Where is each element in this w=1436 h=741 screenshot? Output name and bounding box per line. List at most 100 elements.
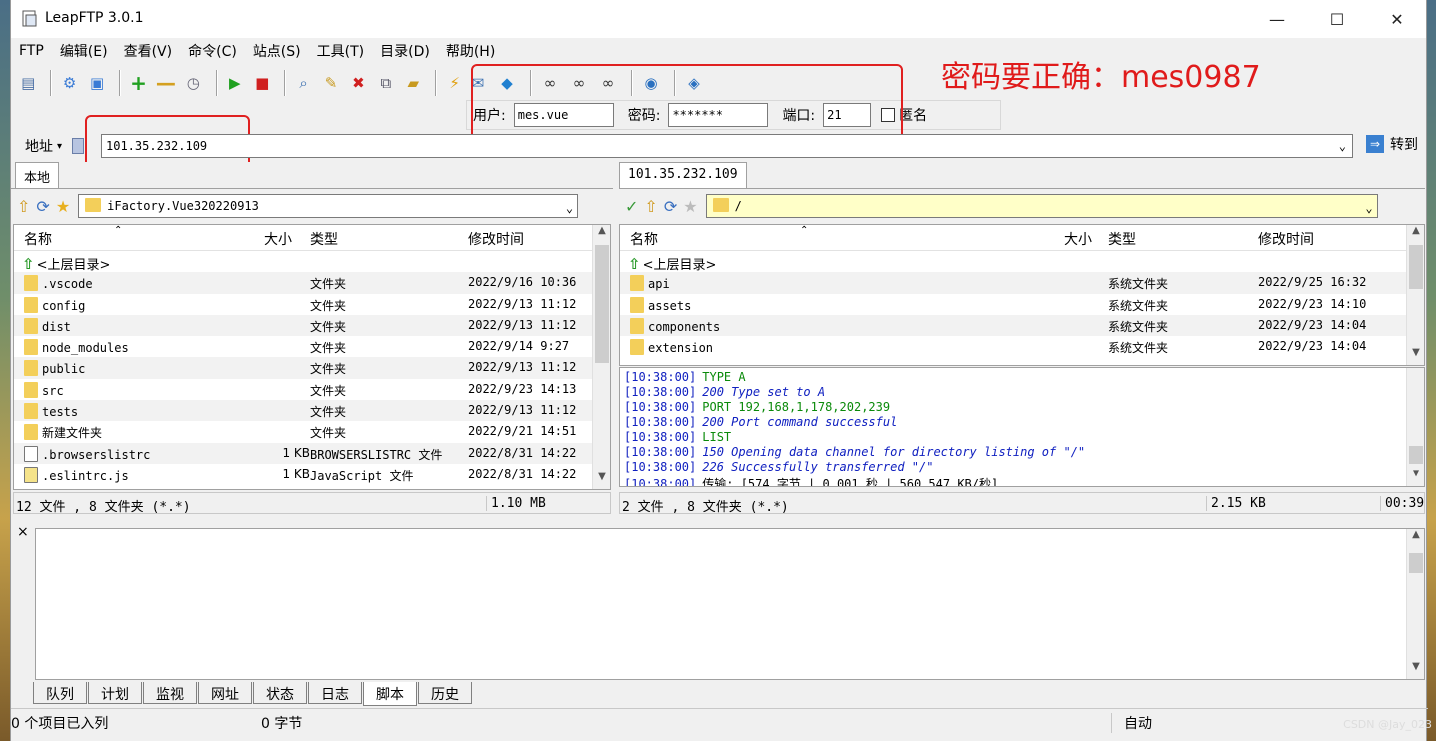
remove-icon[interactable]: — bbox=[155, 71, 177, 95]
chevron-down-icon[interactable]: ⌄ bbox=[566, 197, 573, 219]
address-dropdown-icon[interactable]: ▾ bbox=[57, 141, 62, 152]
favorites-star-icon[interactable]: ★ bbox=[683, 197, 697, 216]
port-input[interactable] bbox=[823, 103, 872, 127]
rename-icon[interactable]: ⧉ bbox=[375, 71, 397, 95]
address-input[interactable]: 101.35.232.109 ⌄ bbox=[101, 134, 1353, 158]
menu-directory[interactable]: 目录(D) bbox=[380, 41, 430, 61]
scroll-thumb[interactable] bbox=[1409, 245, 1423, 289]
stop-icon[interactable]: ■ bbox=[251, 71, 273, 95]
remote-path-input[interactable]: / ⌄ bbox=[705, 194, 1378, 219]
menu-command[interactable]: 命令(C) bbox=[188, 41, 237, 61]
diamond-icon[interactable]: ◆ bbox=[495, 71, 519, 95]
refresh-icon[interactable]: ⟳ bbox=[36, 197, 49, 216]
maximize-button[interactable]: ☐ bbox=[1308, 0, 1366, 38]
col-type[interactable]: 类型 bbox=[1108, 229, 1136, 249]
file-row[interactable]: src 文件夹 2022/9/23 14:13 bbox=[14, 379, 610, 400]
connect-status-icon[interactable]: ✓ bbox=[625, 197, 638, 216]
file-row[interactable]: extension 系统文件夹 2022/9/23 14:04 bbox=[620, 336, 1424, 357]
chevron-down-icon[interactable]: ⌄ bbox=[1365, 197, 1372, 219]
site-manager-icon[interactable]: ▤ bbox=[17, 71, 39, 95]
delete-icon[interactable]: ✖ bbox=[347, 71, 369, 95]
scroll-down-icon[interactable]: ▼ bbox=[593, 471, 610, 489]
menu-site[interactable]: 站点(S) bbox=[253, 41, 301, 61]
scroll-down-icon[interactable]: ▼ bbox=[1407, 347, 1424, 365]
binoculars-icon[interactable]: ∞ bbox=[538, 71, 562, 95]
menu-ftp[interactable]: FTP bbox=[19, 43, 44, 59]
play-icon[interactable]: ▶ bbox=[224, 71, 246, 95]
up-folder-icon[interactable]: ⇧ bbox=[644, 197, 657, 216]
anonymous-checkbox[interactable] bbox=[881, 108, 896, 122]
parent-dir-row[interactable]: ⇧ <上层目录> bbox=[14, 251, 610, 273]
file-row[interactable]: assets 系统文件夹 2022/9/23 14:10 bbox=[620, 294, 1424, 315]
scroll-down-icon[interactable]: ▼ bbox=[1407, 468, 1424, 486]
local-file-list[interactable]: 名称 ⌃ 大小 类型 修改时间 ⇧ <上层目录> .vscode 文件夹 2022/9… bbox=[13, 224, 611, 490]
file-row[interactable]: api 系统文件夹 2022/9/25 16:32 bbox=[620, 272, 1424, 294]
add-icon[interactable]: + bbox=[127, 71, 149, 95]
scroll-up-icon[interactable]: ▲ bbox=[1407, 225, 1424, 243]
file-row[interactable]: node_modules 文件夹 2022/9/14 9:27 bbox=[14, 336, 610, 357]
window-icon[interactable]: ▣ bbox=[86, 71, 108, 95]
scroll-thumb[interactable] bbox=[1409, 446, 1423, 464]
user-input[interactable] bbox=[513, 103, 614, 127]
refresh-clock-icon[interactable]: ◷ bbox=[182, 71, 204, 95]
tab-script[interactable]: 脚本 bbox=[363, 682, 417, 706]
queue-content[interactable]: ▲ ▼ bbox=[35, 528, 1425, 680]
file-row[interactable]: .browserslistrc 1 KB BROWSERSLISTRC 文件 2022… bbox=[14, 442, 610, 464]
file-row[interactable]: 新建文件夹 文件夹 2022/9/21 14:51 bbox=[14, 421, 610, 442]
tab-url[interactable]: 网址 bbox=[198, 682, 252, 704]
scroll-up-icon[interactable]: ▲ bbox=[593, 225, 610, 243]
close-queue-icon[interactable]: × bbox=[17, 524, 29, 540]
scroll-thumb[interactable] bbox=[595, 245, 609, 363]
binoculars-prev-icon[interactable]: ∞ bbox=[596, 71, 620, 95]
remote-tab[interactable]: 101.35.232.109 bbox=[619, 162, 747, 188]
open-folder-icon[interactable]: ▰ bbox=[402, 71, 424, 95]
queue-scrollbar[interactable]: ▲ ▼ bbox=[1406, 529, 1424, 679]
refresh-icon[interactable]: ⟳ bbox=[664, 197, 677, 216]
menu-help[interactable]: 帮助(H) bbox=[446, 41, 495, 61]
scroll-up-icon[interactable]: ▲ bbox=[1407, 529, 1425, 547]
col-type[interactable]: 类型 bbox=[310, 229, 338, 249]
tab-schedule[interactable]: 计划 bbox=[88, 682, 142, 704]
address-label[interactable]: 地址 bbox=[25, 136, 53, 156]
menu-edit[interactable]: 编辑(E) bbox=[60, 41, 108, 61]
remote-scrollbar[interactable]: ▲ ▼ bbox=[1406, 225, 1424, 365]
tab-monitor[interactable]: 监视 bbox=[143, 682, 197, 704]
connect-lightning-icon[interactable]: ⚡ bbox=[443, 71, 465, 95]
menu-tools[interactable]: 工具(T) bbox=[317, 41, 364, 61]
file-row[interactable]: dist 文件夹 2022/9/13 11:12 bbox=[14, 314, 610, 337]
tab-log[interactable]: 日志 bbox=[308, 682, 362, 704]
tab-queue[interactable]: 队列 bbox=[33, 682, 87, 704]
goto-button[interactable]: ⇒ 转到 bbox=[1366, 134, 1418, 154]
minimize-button[interactable]: — bbox=[1248, 0, 1306, 38]
tab-history[interactable]: 历史 bbox=[418, 682, 472, 704]
password-input[interactable] bbox=[668, 103, 769, 127]
settings-icon[interactable]: ⚙ bbox=[58, 71, 80, 95]
col-modified[interactable]: 修改时间 bbox=[468, 229, 524, 249]
log-scrollbar[interactable]: ▼ bbox=[1406, 368, 1424, 486]
favorites-star-icon[interactable]: ★ bbox=[56, 197, 70, 216]
parent-dir-row[interactable]: ⇧ <上层目录> bbox=[620, 251, 1424, 273]
scroll-down-icon[interactable]: ▼ bbox=[1407, 661, 1425, 679]
up-folder-icon[interactable]: ⇧ bbox=[17, 197, 30, 216]
close-button[interactable]: ✕ bbox=[1368, 0, 1426, 38]
mail-icon[interactable]: ✉ bbox=[466, 71, 490, 95]
binoculars-next-icon[interactable]: ∞ bbox=[567, 71, 591, 95]
edit-pencil-icon[interactable]: ✎ bbox=[320, 71, 342, 95]
col-size[interactable]: 大小 bbox=[264, 229, 292, 249]
search-icon[interactable]: ⌕ bbox=[292, 71, 314, 95]
local-tab[interactable]: 本地 bbox=[15, 162, 60, 188]
tab-status[interactable]: 状态 bbox=[253, 682, 307, 704]
file-row[interactable]: tests 文件夹 2022/9/13 11:12 bbox=[14, 400, 610, 422]
local-path-input[interactable]: iFactory.Vue320220913 ⌄ bbox=[78, 194, 579, 219]
local-scrollbar[interactable]: ▲ ▼ bbox=[592, 225, 610, 489]
file-row[interactable]: config 文件夹 2022/9/13 11:12 bbox=[14, 294, 610, 315]
file-row[interactable]: .vscode 文件夹 2022/9/16 10:36 bbox=[14, 272, 610, 294]
col-name[interactable]: 名称 bbox=[630, 229, 658, 249]
log-panel[interactable]: [10:38:00] TYPE A [10:38:00] 200 Type set t… bbox=[619, 367, 1425, 487]
file-row[interactable]: public 文件夹 2022/9/13 11:12 bbox=[14, 357, 610, 379]
globe-icon[interactable]: ◉ bbox=[639, 71, 663, 95]
file-row[interactable]: .eslintrc.js 1 KB JavaScript 文件 2022/8/31 1… bbox=[14, 464, 610, 485]
chevron-down-icon[interactable]: ⌄ bbox=[1339, 135, 1346, 157]
remote-file-list[interactable]: 名称 ⌃ 大小 类型 修改时间 ⇧ <上层目录> api 系统文件夹 2022/9/2… bbox=[619, 224, 1425, 366]
col-name[interactable]: 名称 bbox=[24, 229, 52, 249]
